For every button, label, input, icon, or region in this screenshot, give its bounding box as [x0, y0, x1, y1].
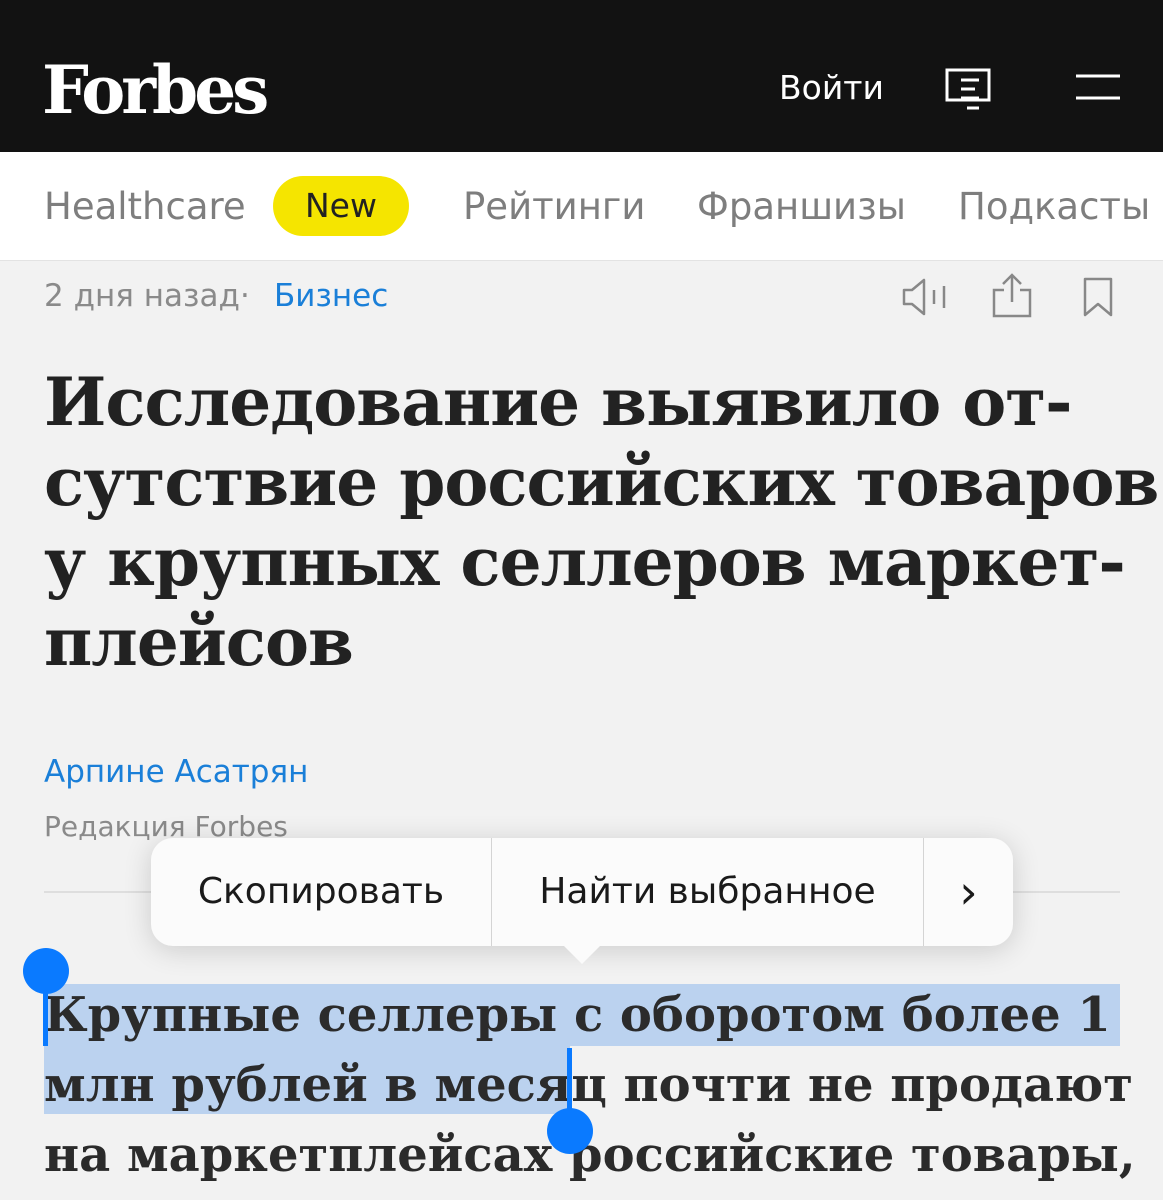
selection-end-handle[interactable]	[547, 1108, 593, 1154]
context-menu-pointer	[560, 942, 604, 964]
article-headline: Исследование выявило от- сутствие россий…	[44, 362, 1159, 682]
nav-item-new-badge[interactable]: New	[273, 176, 409, 236]
article-date: 2 дня назад	[44, 278, 240, 314]
top-header: Forbes Войти	[0, 0, 1163, 152]
find-selection-button[interactable]: Найти выбранное	[492, 838, 923, 946]
headline-line: плейсов	[44, 603, 354, 681]
selection-start-caret	[43, 988, 48, 1046]
magazine-icon[interactable]	[945, 68, 993, 112]
menu-icon[interactable]	[1074, 72, 1122, 102]
more-options-button[interactable]: ›	[924, 838, 1013, 946]
forbes-logo[interactable]: Forbes	[42, 50, 269, 130]
category-link[interactable]: Бизнес	[274, 276, 388, 316]
bookmark-icon[interactable]	[1082, 276, 1114, 318]
body-line: млн рублей в месяц почти не продают	[44, 1057, 1134, 1113]
text-context-menu: Скопировать Найти выбранное ›	[151, 838, 1013, 946]
selection-start-handle[interactable]	[23, 948, 69, 994]
article-body: Крупные селлеры с оборотом более 1 млн р…	[44, 980, 1144, 1190]
author-link[interactable]: Арпине Асатрян	[44, 752, 308, 792]
nav-item-healthcare[interactable]: Healthcare	[44, 184, 246, 230]
headline-line: у крупных селлеров маркет-	[44, 523, 1126, 601]
nav-item-franchises[interactable]: Франшизы	[697, 184, 906, 230]
audio-icon[interactable]	[900, 276, 950, 318]
share-icon[interactable]	[990, 272, 1034, 318]
login-button[interactable]: Войти	[779, 66, 884, 110]
section-nav: Healthcare Рейтинги Франшизы Подкасты	[0, 152, 1163, 261]
headline-line: Исследование выявило от-	[44, 363, 1073, 441]
copy-button[interactable]: Скопировать	[151, 838, 491, 946]
nav-item-ratings[interactable]: Рейтинги	[463, 184, 645, 230]
body-line: Крупные селлеры с оборотом более 1	[44, 987, 1111, 1043]
nav-item-podcasts[interactable]: Подкасты	[958, 184, 1150, 230]
meta-separator: ·	[240, 278, 250, 314]
body-line: на маркетплейсах российские товары,	[44, 1127, 1136, 1183]
headline-line: сутствие российских товаров	[44, 443, 1159, 521]
